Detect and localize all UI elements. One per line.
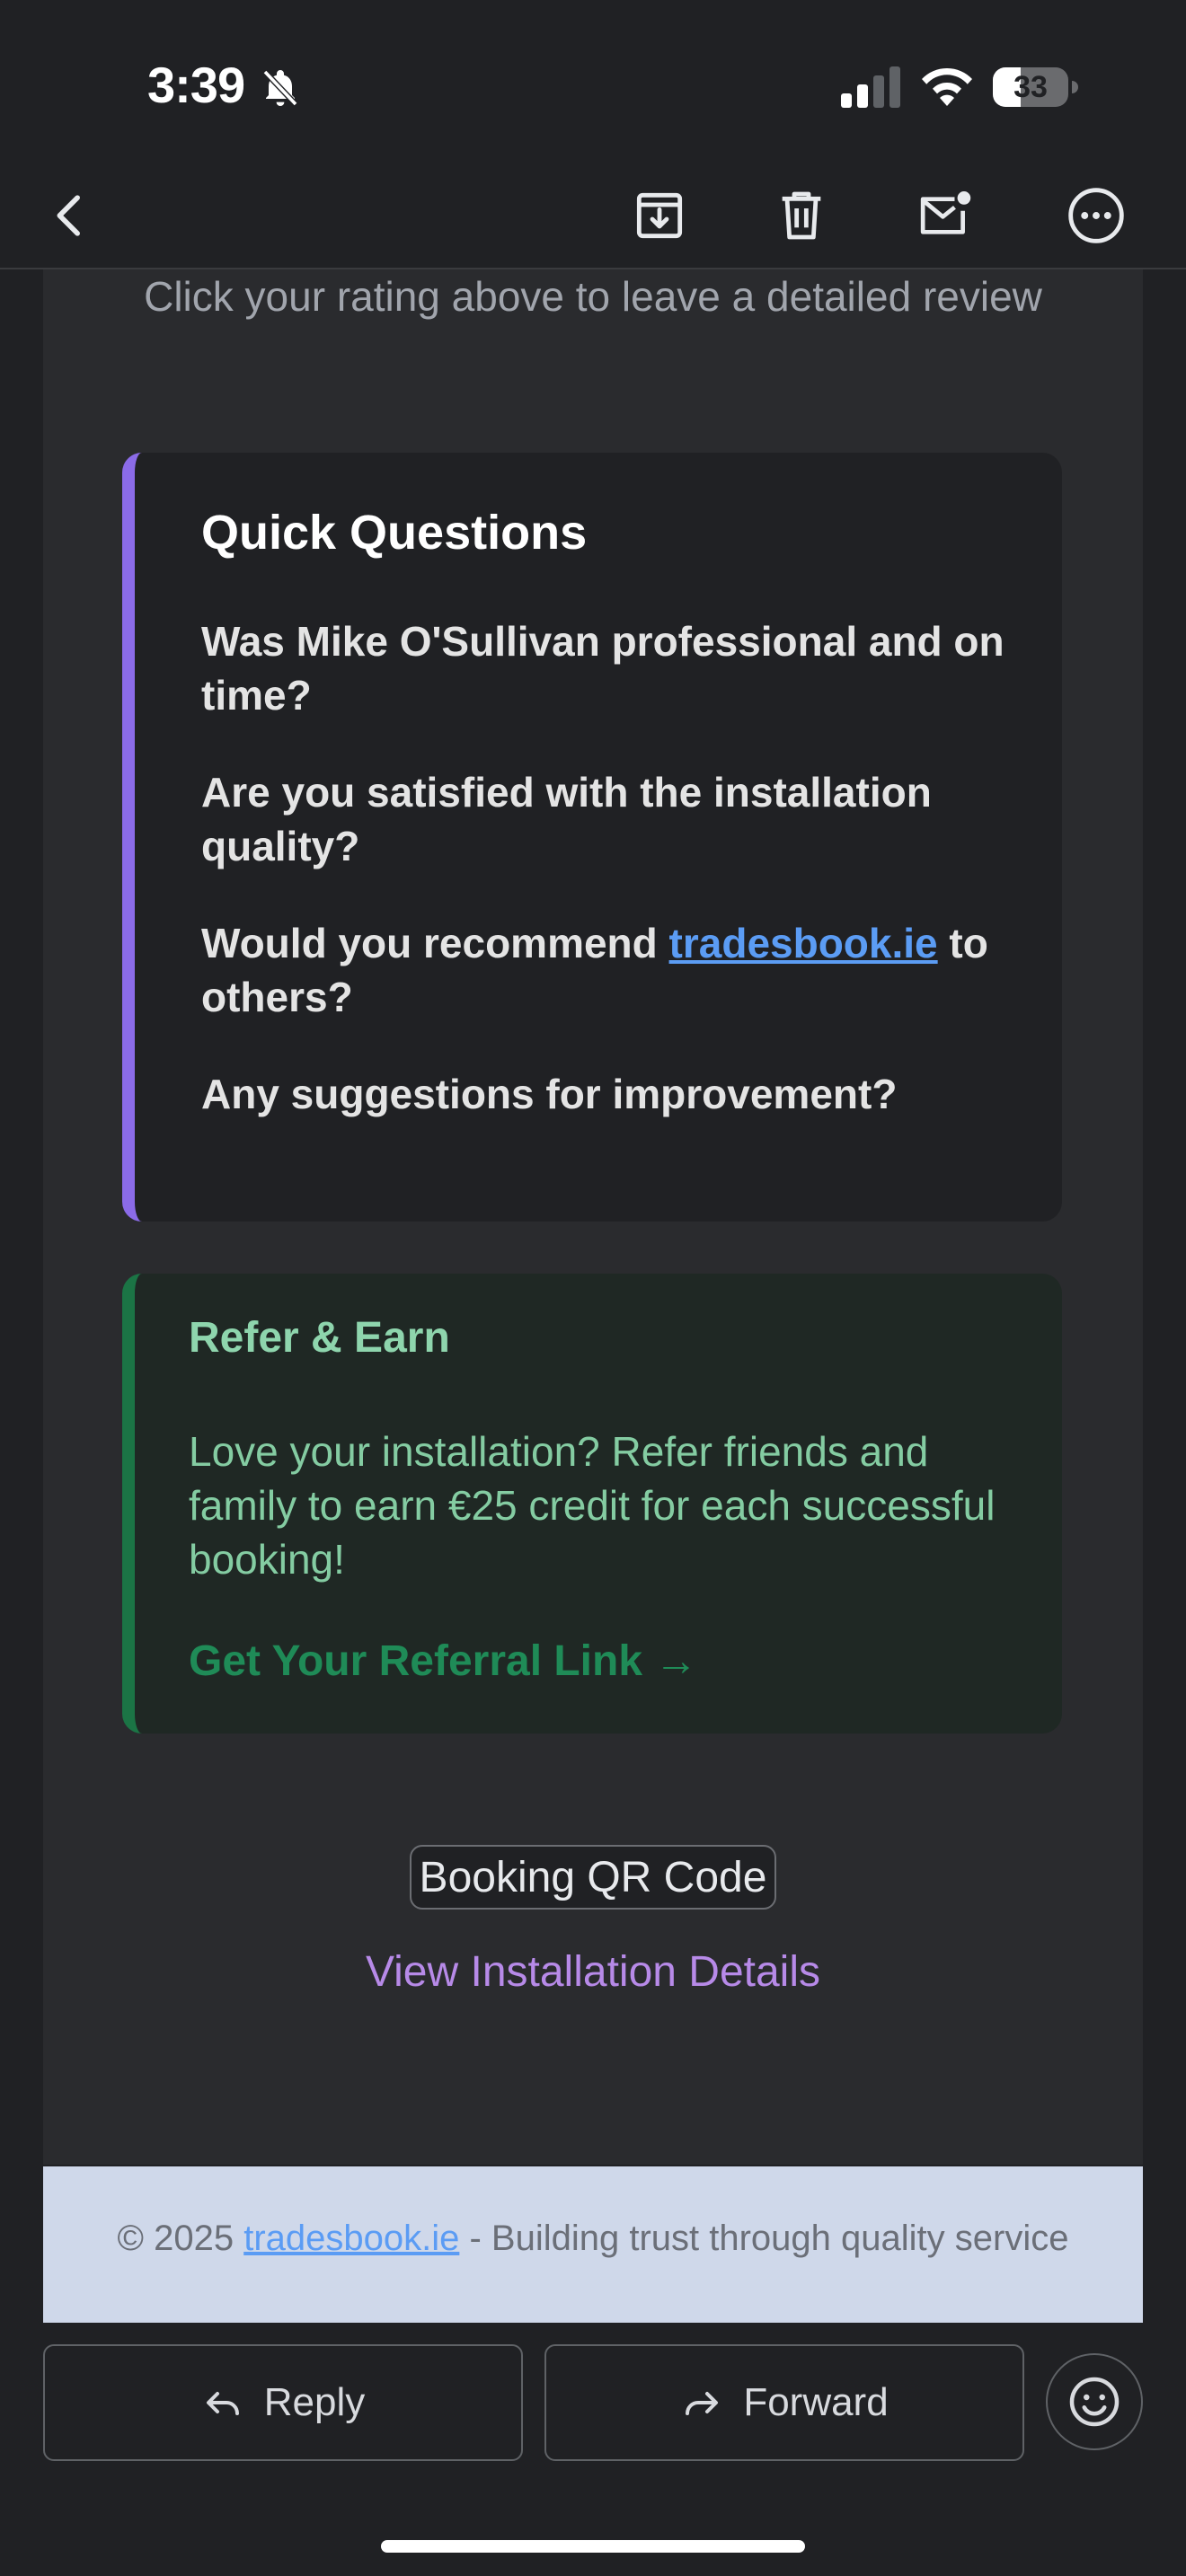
home-indicator[interactable]: [381, 2540, 805, 2553]
booking-qr-button[interactable]: Booking QR Code: [410, 1845, 776, 1910]
footer-tradesbook-link[interactable]: tradesbook.ie: [243, 2219, 459, 2258]
quick-questions-card: Quick Questions Was Mike O'Sullivan prof…: [122, 453, 1062, 1222]
status-bar: 3:39 33: [0, 0, 1186, 162]
reply-icon: [206, 2392, 239, 2415]
forward-label: Forward: [743, 2380, 889, 2424]
question-recommend-prefix: Would you recommend: [201, 920, 669, 966]
more-icon[interactable]: [1064, 183, 1128, 248]
quick-questions-title: Quick Questions: [201, 506, 588, 560]
mark-unread-icon[interactable]: [913, 183, 978, 248]
refer-text: Love your installation? Refer friends an…: [189, 1428, 996, 1583]
refer-title: Refer & Earn: [189, 1314, 450, 1362]
question-recommend: Would you recommend tradesbook.ie to oth…: [201, 916, 1010, 1024]
battery-level: 33: [1013, 69, 1048, 104]
status-time: 3:39: [147, 57, 245, 113]
wifi-icon: [922, 67, 972, 106]
reply-label: Reply: [263, 2380, 366, 2424]
refer-earn-card: Refer & Earn Love your installation? Ref…: [122, 1274, 1062, 1734]
cellular-signal-icon: [841, 66, 900, 108]
tradesbook-link[interactable]: tradesbook.ie: [669, 920, 938, 966]
smiley-icon: [1069, 2377, 1120, 2427]
question-quality: Are you satisfied with the installation …: [201, 769, 932, 869]
battery-icon: 33: [992, 66, 1078, 108]
archive-icon[interactable]: [627, 183, 692, 248]
review-hint: Click your rating above to leave a detai…: [144, 273, 1042, 320]
email-footer: © 2025 tradesbook.ie - Building trust th…: [43, 2166, 1143, 2323]
reply-button[interactable]: Reply: [43, 2344, 523, 2461]
question-suggestions: Any suggestions for improvement?: [201, 1071, 898, 1117]
back-icon[interactable]: [38, 183, 102, 248]
bell-off-icon: [262, 69, 298, 107]
footer-text: © 2025 tradesbook.ie - Building trust th…: [97, 2215, 1089, 2262]
trash-icon[interactable]: [769, 183, 834, 248]
referral-link[interactable]: Get Your Referral Link →: [189, 1636, 697, 1686]
footer-copyright: © 2025: [117, 2219, 244, 2258]
email-toolbar: [0, 162, 1186, 269]
emoji-reaction-button[interactable]: [1046, 2353, 1143, 2450]
forward-icon: [686, 2392, 719, 2415]
forward-button[interactable]: Forward: [544, 2344, 1024, 2461]
footer-tagline: - Building trust through quality service: [459, 2219, 1069, 2258]
question-professional: Was Mike O'Sullivan professional and on …: [201, 618, 1005, 719]
view-installation-details-link[interactable]: View Installation Details: [0, 1947, 1186, 1997]
email-screen: 3:39 33 Click your rating above to leave…: [0, 0, 1186, 2576]
